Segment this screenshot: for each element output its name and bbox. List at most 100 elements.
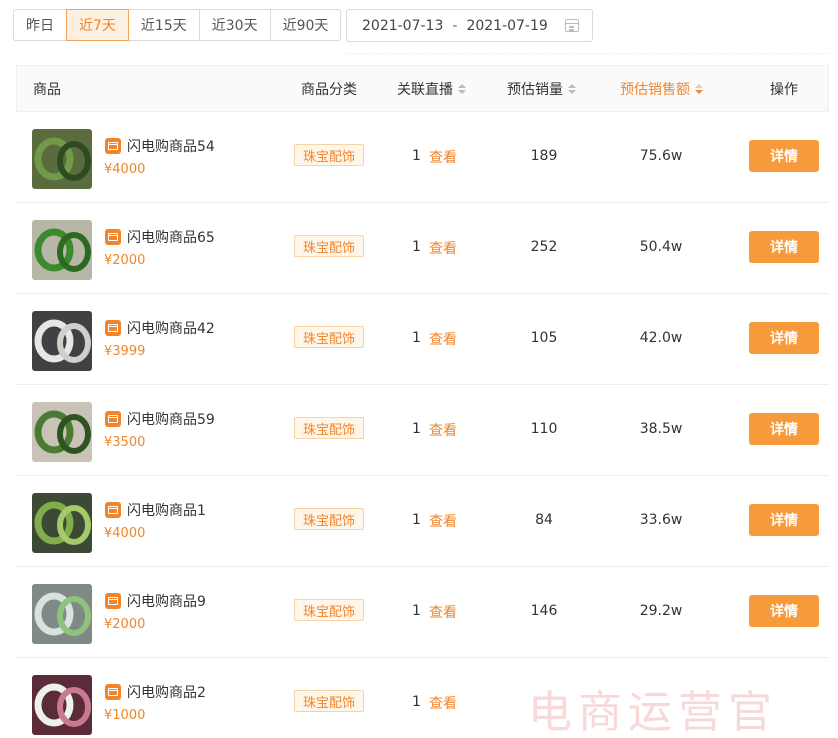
view-live-link[interactable]: 查看 <box>429 329 457 349</box>
product-price: ¥2000 <box>104 617 146 632</box>
product-table: 商品 商品分类 关联直播 预估销量 预估销售额 操作 闪电购商品54 ¥4000… <box>16 65 829 738</box>
table-row: 闪电购商品54 ¥4000 珠宝配饰 1 查看 189 75.6w 详情 <box>16 112 829 203</box>
category-tag: 珠宝配饰 <box>294 599 365 621</box>
table-row: 闪电购商品65 ¥2000 珠宝配饰 1 查看 252 50.4w 详情 <box>16 203 829 294</box>
header-product: 商品 <box>33 81 61 98</box>
range-7days-button[interactable]: 近7天 <box>66 9 129 41</box>
shop-icon <box>105 684 121 700</box>
product-price: ¥4000 <box>104 526 146 541</box>
category-tag: 珠宝配饰 <box>294 417 365 439</box>
header-category: 商品分类 <box>301 81 357 98</box>
header-amount[interactable]: 预估销售额 <box>620 66 703 111</box>
estimated-sales: 110 <box>530 421 558 437</box>
product-price: ¥2000 <box>104 253 146 268</box>
live-count: 1 <box>412 148 421 164</box>
category-tag: 珠宝配饰 <box>294 690 365 712</box>
sort-icon[interactable] <box>568 83 576 94</box>
view-live-link[interactable]: 查看 <box>429 511 457 531</box>
estimated-amount: 42.0w <box>639 330 683 346</box>
table-row: 闪电购商品1 ¥4000 珠宝配饰 1 查看 84 33.6w 详情 <box>16 476 829 567</box>
estimated-sales: 189 <box>530 148 558 164</box>
detail-button[interactable]: 详情 <box>749 231 819 263</box>
product-price: ¥4000 <box>104 162 146 177</box>
divider <box>346 53 828 54</box>
estimated-amount: 29.2w <box>639 603 683 619</box>
live-count: 1 <box>412 239 421 255</box>
range-15days-button[interactable]: 近15天 <box>127 9 200 41</box>
date-range-tabs: 昨日 近7天 近15天 近30天 近90天 <box>13 9 342 41</box>
product-image[interactable] <box>32 220 92 280</box>
product-image[interactable] <box>32 129 92 189</box>
product-image[interactable] <box>32 675 92 735</box>
range-yesterday-button[interactable]: 昨日 <box>13 9 67 41</box>
product-image[interactable] <box>32 493 92 553</box>
product-price: ¥3999 <box>104 344 146 359</box>
category-tag: 珠宝配饰 <box>294 326 365 348</box>
detail-button[interactable]: 详情 <box>749 140 819 172</box>
product-name[interactable]: 闪电购商品42 <box>127 318 215 338</box>
header-operation: 操作 <box>770 81 798 98</box>
date-separator: - <box>452 17 458 34</box>
live-count: 1 <box>412 512 421 528</box>
estimated-amount: 33.6w <box>639 512 683 528</box>
product-image[interactable] <box>32 311 92 371</box>
estimated-sales: 84 <box>535 512 553 528</box>
shop-icon <box>105 138 121 154</box>
shop-icon <box>105 593 121 609</box>
estimated-sales: 105 <box>530 330 558 346</box>
header-live-label: 关联直播 <box>397 81 453 98</box>
shop-icon <box>105 411 121 427</box>
calendar-icon[interactable] <box>565 19 579 32</box>
watermark: 电商运营官 <box>528 687 778 738</box>
estimated-sales: 146 <box>530 603 558 619</box>
product-name[interactable]: 闪电购商品1 <box>127 500 206 520</box>
end-date: 2021-07-19 <box>466 17 548 34</box>
product-price: ¥1000 <box>104 708 146 723</box>
view-live-link[interactable]: 查看 <box>429 693 457 713</box>
view-live-link[interactable]: 查看 <box>429 238 457 258</box>
sort-icon[interactable] <box>695 83 703 94</box>
shop-icon <box>105 320 121 336</box>
detail-button[interactable]: 详情 <box>749 322 819 354</box>
estimated-amount: 38.5w <box>639 421 683 437</box>
header-live[interactable]: 关联直播 <box>397 66 466 111</box>
live-count: 1 <box>412 330 421 346</box>
live-count: 1 <box>412 694 421 710</box>
start-date: 2021-07-13 <box>362 17 444 34</box>
product-image[interactable] <box>32 402 92 462</box>
view-live-link[interactable]: 查看 <box>429 147 457 167</box>
range-90days-button[interactable]: 近90天 <box>269 9 342 41</box>
detail-button[interactable]: 详情 <box>749 504 819 536</box>
shop-icon <box>105 502 121 518</box>
detail-button[interactable]: 详情 <box>749 595 819 627</box>
product-image[interactable] <box>32 584 92 644</box>
table-header: 商品 商品分类 关联直播 预估销量 预估销售额 操作 <box>16 65 829 112</box>
table-row: 闪电购商品59 ¥3500 珠宝配饰 1 查看 110 38.5w 详情 <box>16 385 829 476</box>
estimated-amount: 50.4w <box>639 239 683 255</box>
sort-icon[interactable] <box>458 83 466 94</box>
product-price: ¥3500 <box>104 435 146 450</box>
product-name[interactable]: 闪电购商品54 <box>127 136 215 156</box>
view-live-link[interactable]: 查看 <box>429 602 457 622</box>
header-amount-label: 预估销售额 <box>620 81 690 98</box>
view-live-link[interactable]: 查看 <box>429 420 457 440</box>
product-name[interactable]: 闪电购商品65 <box>127 227 215 247</box>
header-sales[interactable]: 预估销量 <box>507 66 576 111</box>
date-range-picker[interactable]: 2021-07-13 - 2021-07-19 <box>346 9 593 42</box>
estimated-sales: 252 <box>530 239 558 255</box>
product-name[interactable]: 闪电购商品59 <box>127 409 215 429</box>
header-sales-label: 预估销量 <box>507 81 563 98</box>
category-tag: 珠宝配饰 <box>294 508 365 530</box>
detail-button[interactable]: 详情 <box>749 413 819 445</box>
product-name[interactable]: 闪电购商品2 <box>127 682 206 702</box>
product-name[interactable]: 闪电购商品9 <box>127 591 206 611</box>
shop-icon <box>105 229 121 245</box>
table-row: 闪电购商品9 ¥2000 珠宝配饰 1 查看 146 29.2w 详情 <box>16 567 829 658</box>
live-count: 1 <box>412 421 421 437</box>
live-count: 1 <box>412 603 421 619</box>
category-tag: 珠宝配饰 <box>294 144 365 166</box>
estimated-amount: 75.6w <box>639 148 683 164</box>
table-row: 闪电购商品42 ¥3999 珠宝配饰 1 查看 105 42.0w 详情 <box>16 294 829 385</box>
category-tag: 珠宝配饰 <box>294 235 365 257</box>
range-30days-button[interactable]: 近30天 <box>198 9 271 41</box>
